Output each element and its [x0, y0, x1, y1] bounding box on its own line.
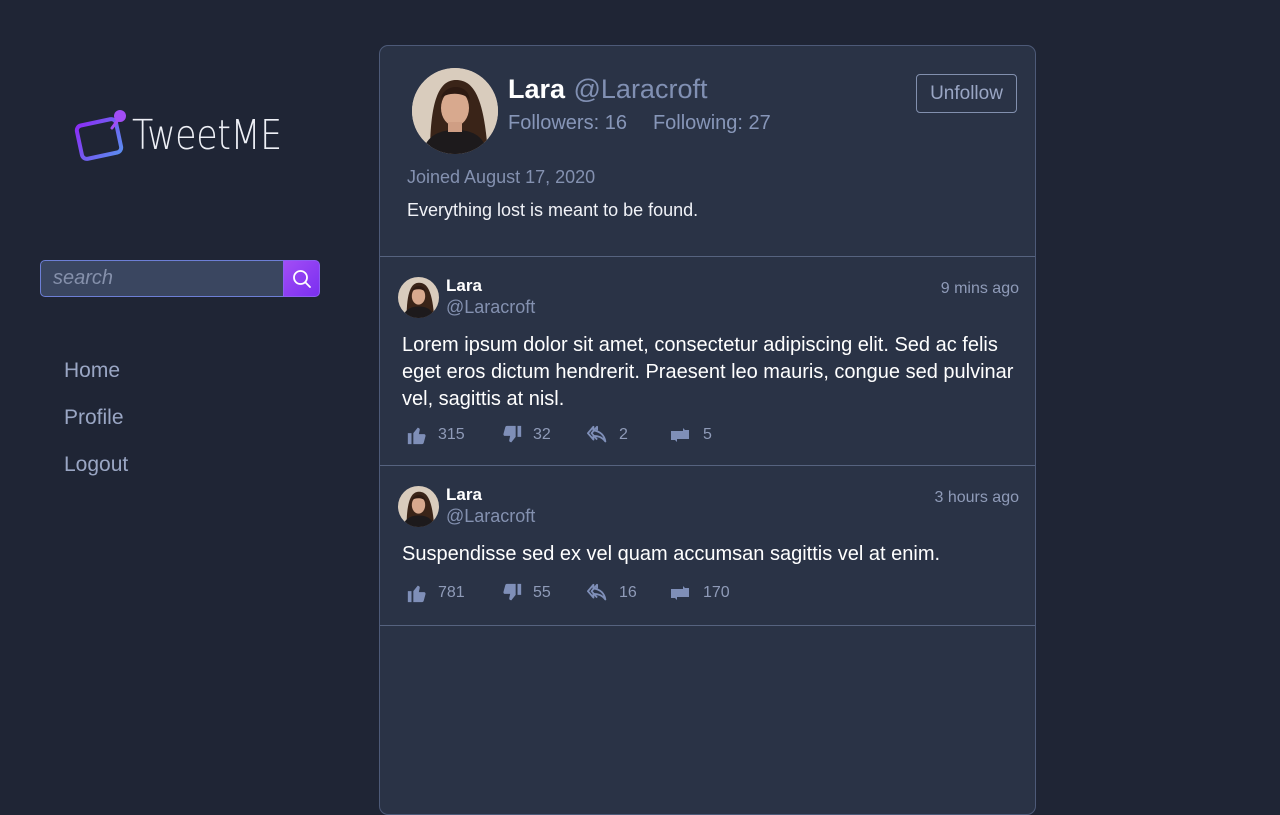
- tweet-actions: 315 32 2 5: [406, 424, 712, 446]
- reply-button[interactable]: 2: [587, 424, 667, 446]
- retweet-count: 170: [703, 584, 730, 601]
- profile-name-row: Lara @Laracroft: [508, 74, 707, 105]
- reply-count: 16: [619, 584, 637, 601]
- profile-handle: @Laracroft: [573, 74, 708, 104]
- tweet-avatar[interactable]: [398, 277, 439, 318]
- thumbs-down-icon: [503, 583, 522, 601]
- tweet-author-name[interactable]: Lara: [446, 276, 482, 296]
- dislike-button[interactable]: 55: [501, 582, 587, 604]
- like-button[interactable]: 315: [406, 424, 501, 446]
- like-count: 781: [438, 584, 465, 601]
- nav-profile[interactable]: Profile: [64, 403, 128, 450]
- thumbs-down-icon: [503, 425, 522, 443]
- like-count: 315: [438, 426, 465, 443]
- tweet-avatar[interactable]: [398, 486, 439, 527]
- main-panel: Lara @Laracroft Followers: 16 Following: …: [379, 45, 1036, 815]
- nav-logout[interactable]: Logout: [64, 450, 128, 497]
- search-button[interactable]: [283, 260, 320, 297]
- reply-count: 2: [619, 426, 628, 443]
- thumbs-up-icon: [407, 585, 426, 603]
- unfollow-button[interactable]: Unfollow: [916, 74, 1017, 113]
- profile-name: Lara: [508, 74, 566, 104]
- joined-date: Joined August 17, 2020: [407, 167, 596, 187]
- dislike-count: 55: [533, 584, 551, 601]
- dislike-button[interactable]: 32: [501, 424, 587, 446]
- retweet-icon: [671, 428, 689, 442]
- tweet-card: Lara @Laracroft 3 hours ago Suspendisse …: [380, 466, 1035, 626]
- thumbs-up-icon: [407, 427, 426, 445]
- profile-stats: Followers: 16 Following: 27: [508, 112, 771, 135]
- following-count[interactable]: Following: 27: [653, 112, 771, 134]
- retweet-icon: [671, 586, 689, 600]
- logo-icon: [74, 110, 126, 161]
- retweet-button[interactable]: 5: [667, 424, 712, 446]
- dislike-count: 32: [533, 426, 551, 443]
- search-input[interactable]: [40, 260, 283, 297]
- tweet-author-handle[interactable]: @Laracroft: [446, 506, 535, 527]
- retweet-button[interactable]: 170: [667, 582, 730, 604]
- tweet-author-handle[interactable]: @Laracroft: [446, 297, 535, 318]
- like-button[interactable]: 781: [406, 582, 501, 604]
- tweet-text: Lorem ipsum dolor sit amet, consectetur …: [402, 334, 1014, 410]
- brand-name: TweetME: [132, 111, 282, 159]
- tweet-card: Lara @Laracroft 9 mins ago Lorem ipsum d…: [380, 257, 1035, 466]
- followers-count[interactable]: Followers: 16: [508, 112, 627, 134]
- profile-avatar: [412, 68, 498, 154]
- tweet-timestamp: 3 hours ago: [934, 489, 1019, 506]
- tweet-author-name[interactable]: Lara: [446, 485, 482, 505]
- tweet-text: Suspendisse sed ex vel quam accumsan sag…: [402, 543, 941, 565]
- search-icon: [292, 269, 311, 288]
- tweet-timestamp: 9 mins ago: [940, 280, 1019, 297]
- profile-header: Lara @Laracroft Followers: 16 Following: …: [380, 46, 1035, 257]
- sidebar-nav: Home Profile Logout: [64, 356, 128, 497]
- reply-icon: [587, 425, 607, 443]
- profile-bio: Everything lost is meant to be found.: [407, 200, 699, 220]
- reply-icon: [587, 583, 607, 601]
- reply-button[interactable]: 16: [587, 582, 667, 604]
- nav-home[interactable]: Home: [64, 356, 128, 403]
- retweet-count: 5: [703, 426, 712, 443]
- tweet-actions: 781 55 16 170: [406, 582, 730, 604]
- app-logo[interactable]: TweetME: [74, 106, 308, 164]
- search-bar: [40, 260, 320, 297]
